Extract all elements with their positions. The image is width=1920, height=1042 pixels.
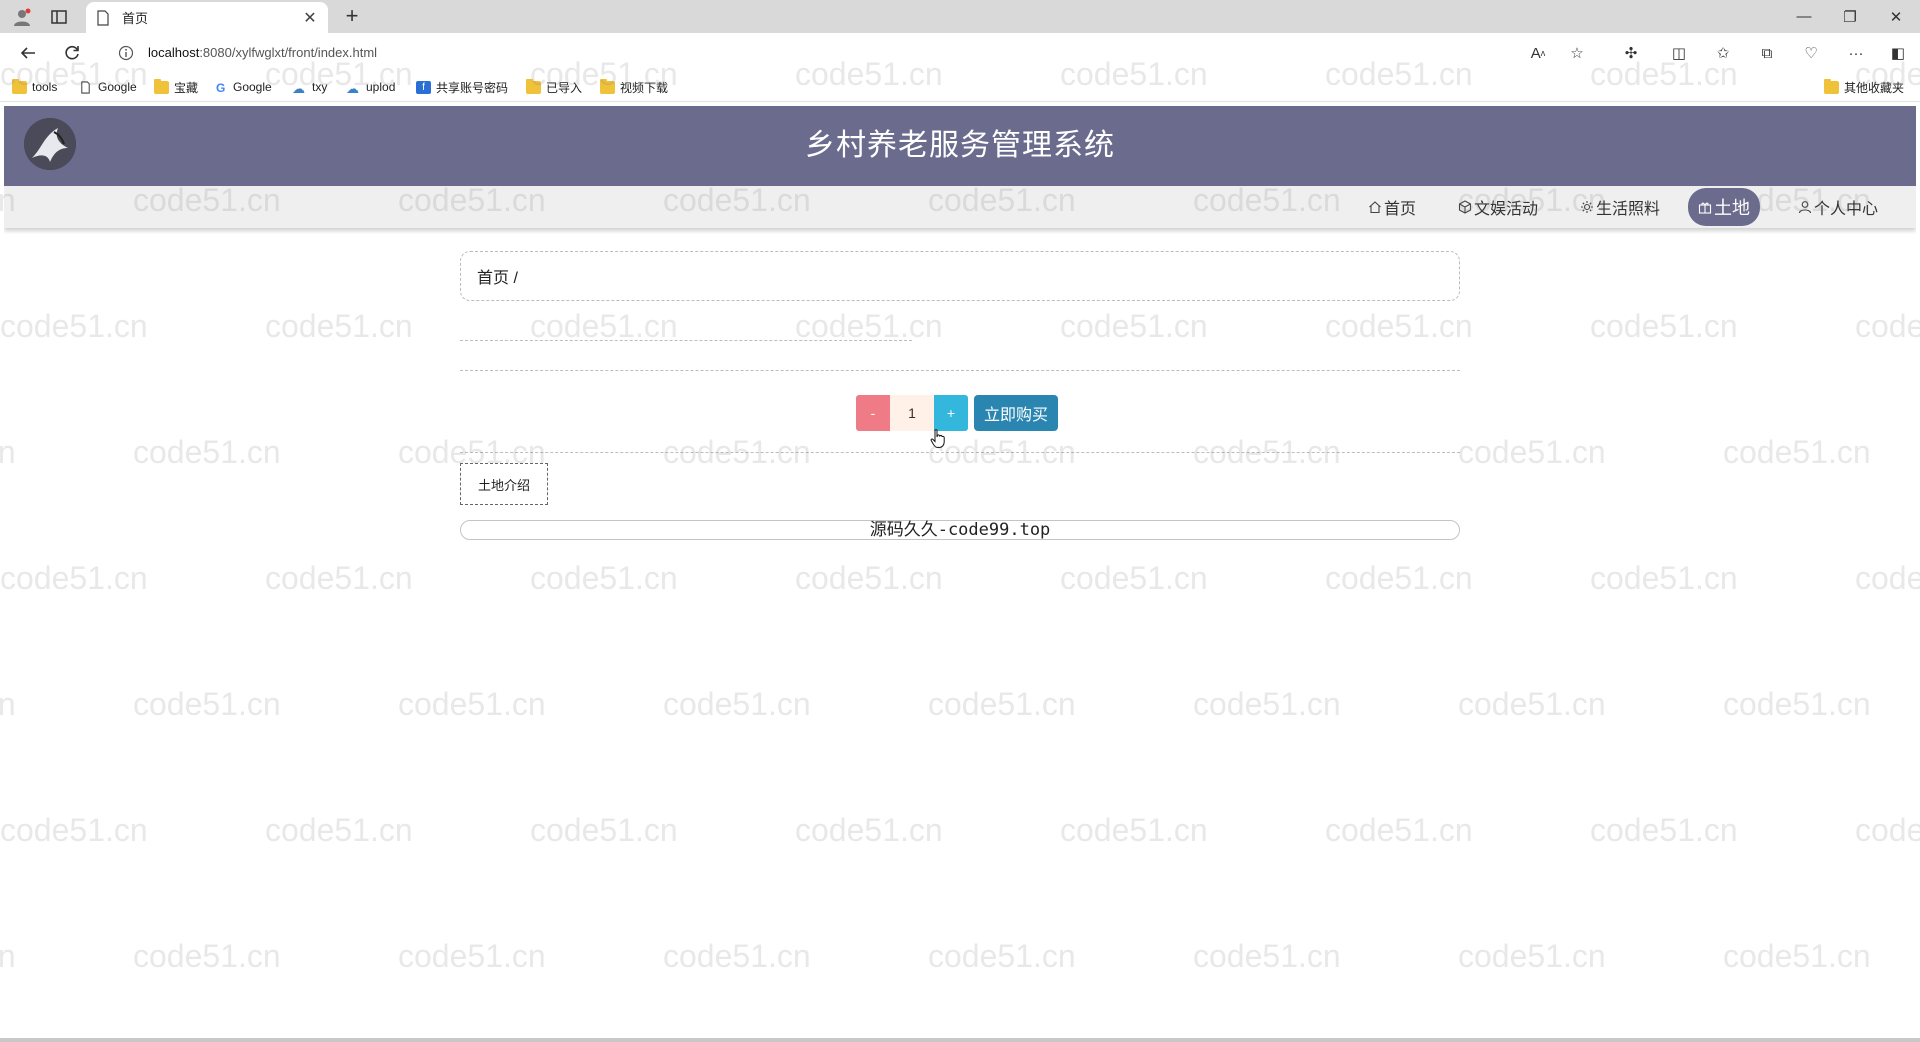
bookmark-shared-accounts[interactable]: f 共享账号密码 [416,78,508,96]
user-icon [1798,201,1812,214]
nav-item-profile[interactable]: 个人中心 [1794,191,1882,223]
split-screen-icon[interactable]: ◫ [1668,42,1690,64]
url-field[interactable]: localhost:8080/xylfwglxt/front/index.htm… [108,38,1602,67]
divider [460,370,1460,371]
folder-icon [12,78,27,94]
hand-cursor-icon [930,429,945,448]
collections-icon[interactable]: ⧉ [1756,42,1778,64]
favorite-star-icon[interactable]: ☆ [1566,42,1588,64]
nav-item-home[interactable]: 首页 [1364,191,1420,223]
close-tab-icon[interactable]: ✕ [302,8,318,28]
browser-tab-strip: 首页 ✕ + — ❐ ✕ [0,0,1920,33]
page-icon [97,9,109,26]
gift-icon [1698,202,1712,214]
back-icon[interactable] [16,41,40,65]
bookmark-other-favorites[interactable]: 其他收藏夹 [1824,78,1904,96]
more-menu-icon[interactable]: ··· [1845,42,1867,64]
site-title: 乡村养老服务管理系统 [805,129,1115,162]
folder-icon [154,78,169,94]
buy-now-button[interactable]: 立即购买 [974,395,1058,431]
bookmark-tools[interactable]: tools [12,78,57,96]
breadcrumb-text[interactable]: 首页 / [477,264,518,288]
favorites-icon[interactable]: ✩ [1712,42,1734,64]
tab-land-intro-label: 土地介绍 [477,477,530,493]
google-icon: G [216,80,226,95]
web-page: 乡村养老服务管理系统 首页 文娱活动 生活照料 土地 个人中心 首页 / - +… [4,106,1916,1042]
close-window-icon[interactable]: ✕ [1874,0,1918,33]
restore-icon[interactable]: ❐ [1828,0,1872,33]
new-tab-button[interactable]: + [340,5,364,29]
minimize-icon[interactable]: — [1782,0,1826,33]
sidebar-toggle-icon[interactable]: ◧ [1887,42,1909,64]
breadcrumb: 首页 / [460,251,1460,301]
cloud-icon: ☁ [292,80,305,96]
address-bar-row: localhost:8080/xylfwglxt/front/index.htm… [0,33,1920,72]
tab-actions-icon[interactable] [50,8,68,26]
folder-icon [1824,78,1839,94]
nav-item-activities[interactable]: 文娱活动 [1454,191,1542,223]
folder-icon [526,78,541,94]
read-aloud-icon[interactable]: Aʌ [1527,42,1549,64]
bookmark-google[interactable]: G Google [216,78,272,96]
gear-icon [1581,201,1593,213]
divider [460,340,912,341]
main-nav: 首页 文娱活动 生活照料 土地 个人中心 [4,186,1916,228]
reload-icon[interactable] [60,41,84,65]
tab-title: 首页 [122,11,149,26]
browser-essentials-icon[interactable]: ♡ [1800,42,1822,64]
quantity-increase-button[interactable]: + [934,395,968,431]
bookmark-google-page[interactable]: Google [78,78,137,96]
bookmarks-bar: tools Google 宝藏 G Google ☁ txy ☁ uplod f 共享账… [0,72,1920,102]
site-info-icon[interactable] [118,45,134,61]
folder-icon [600,78,615,94]
nav-item-land[interactable]: 土地 [1688,188,1760,226]
bookmark-txy[interactable]: ☁ txy [292,78,327,96]
cloud-icon: ☁ [346,80,359,96]
quantity-input[interactable] [890,395,934,431]
cube-icon [1458,200,1472,214]
bookmark-uplod[interactable]: ☁ uplod [346,78,395,96]
url-text: localhost:8080/xylfwglxt/front/index.htm… [148,45,378,60]
bookmark-video-download[interactable]: 视频下载 [600,78,668,96]
extensions-icon[interactable]: ✣ [1620,42,1642,64]
quantity-decrease-button[interactable]: - [856,395,890,431]
browser-tab[interactable]: 首页 ✕ [86,2,328,33]
home-icon [1369,201,1381,214]
tab-land-intro[interactable]: 土地介绍 [460,463,548,505]
nav-item-care[interactable]: 生活照料 [1576,191,1664,223]
page-icon [81,80,90,94]
profile-icon[interactable] [12,7,32,27]
bookmark-imported[interactable]: 已导入 [526,78,582,96]
bookmark-logo-icon: f [416,80,431,94]
divider [460,452,1460,453]
footer-credit: 源码久久-code99.top [460,520,1460,540]
taskbar-edge [0,1038,1920,1042]
bookmark-treasure[interactable]: 宝藏 [154,78,198,96]
site-header: 乡村养老服务管理系统 [4,106,1916,186]
